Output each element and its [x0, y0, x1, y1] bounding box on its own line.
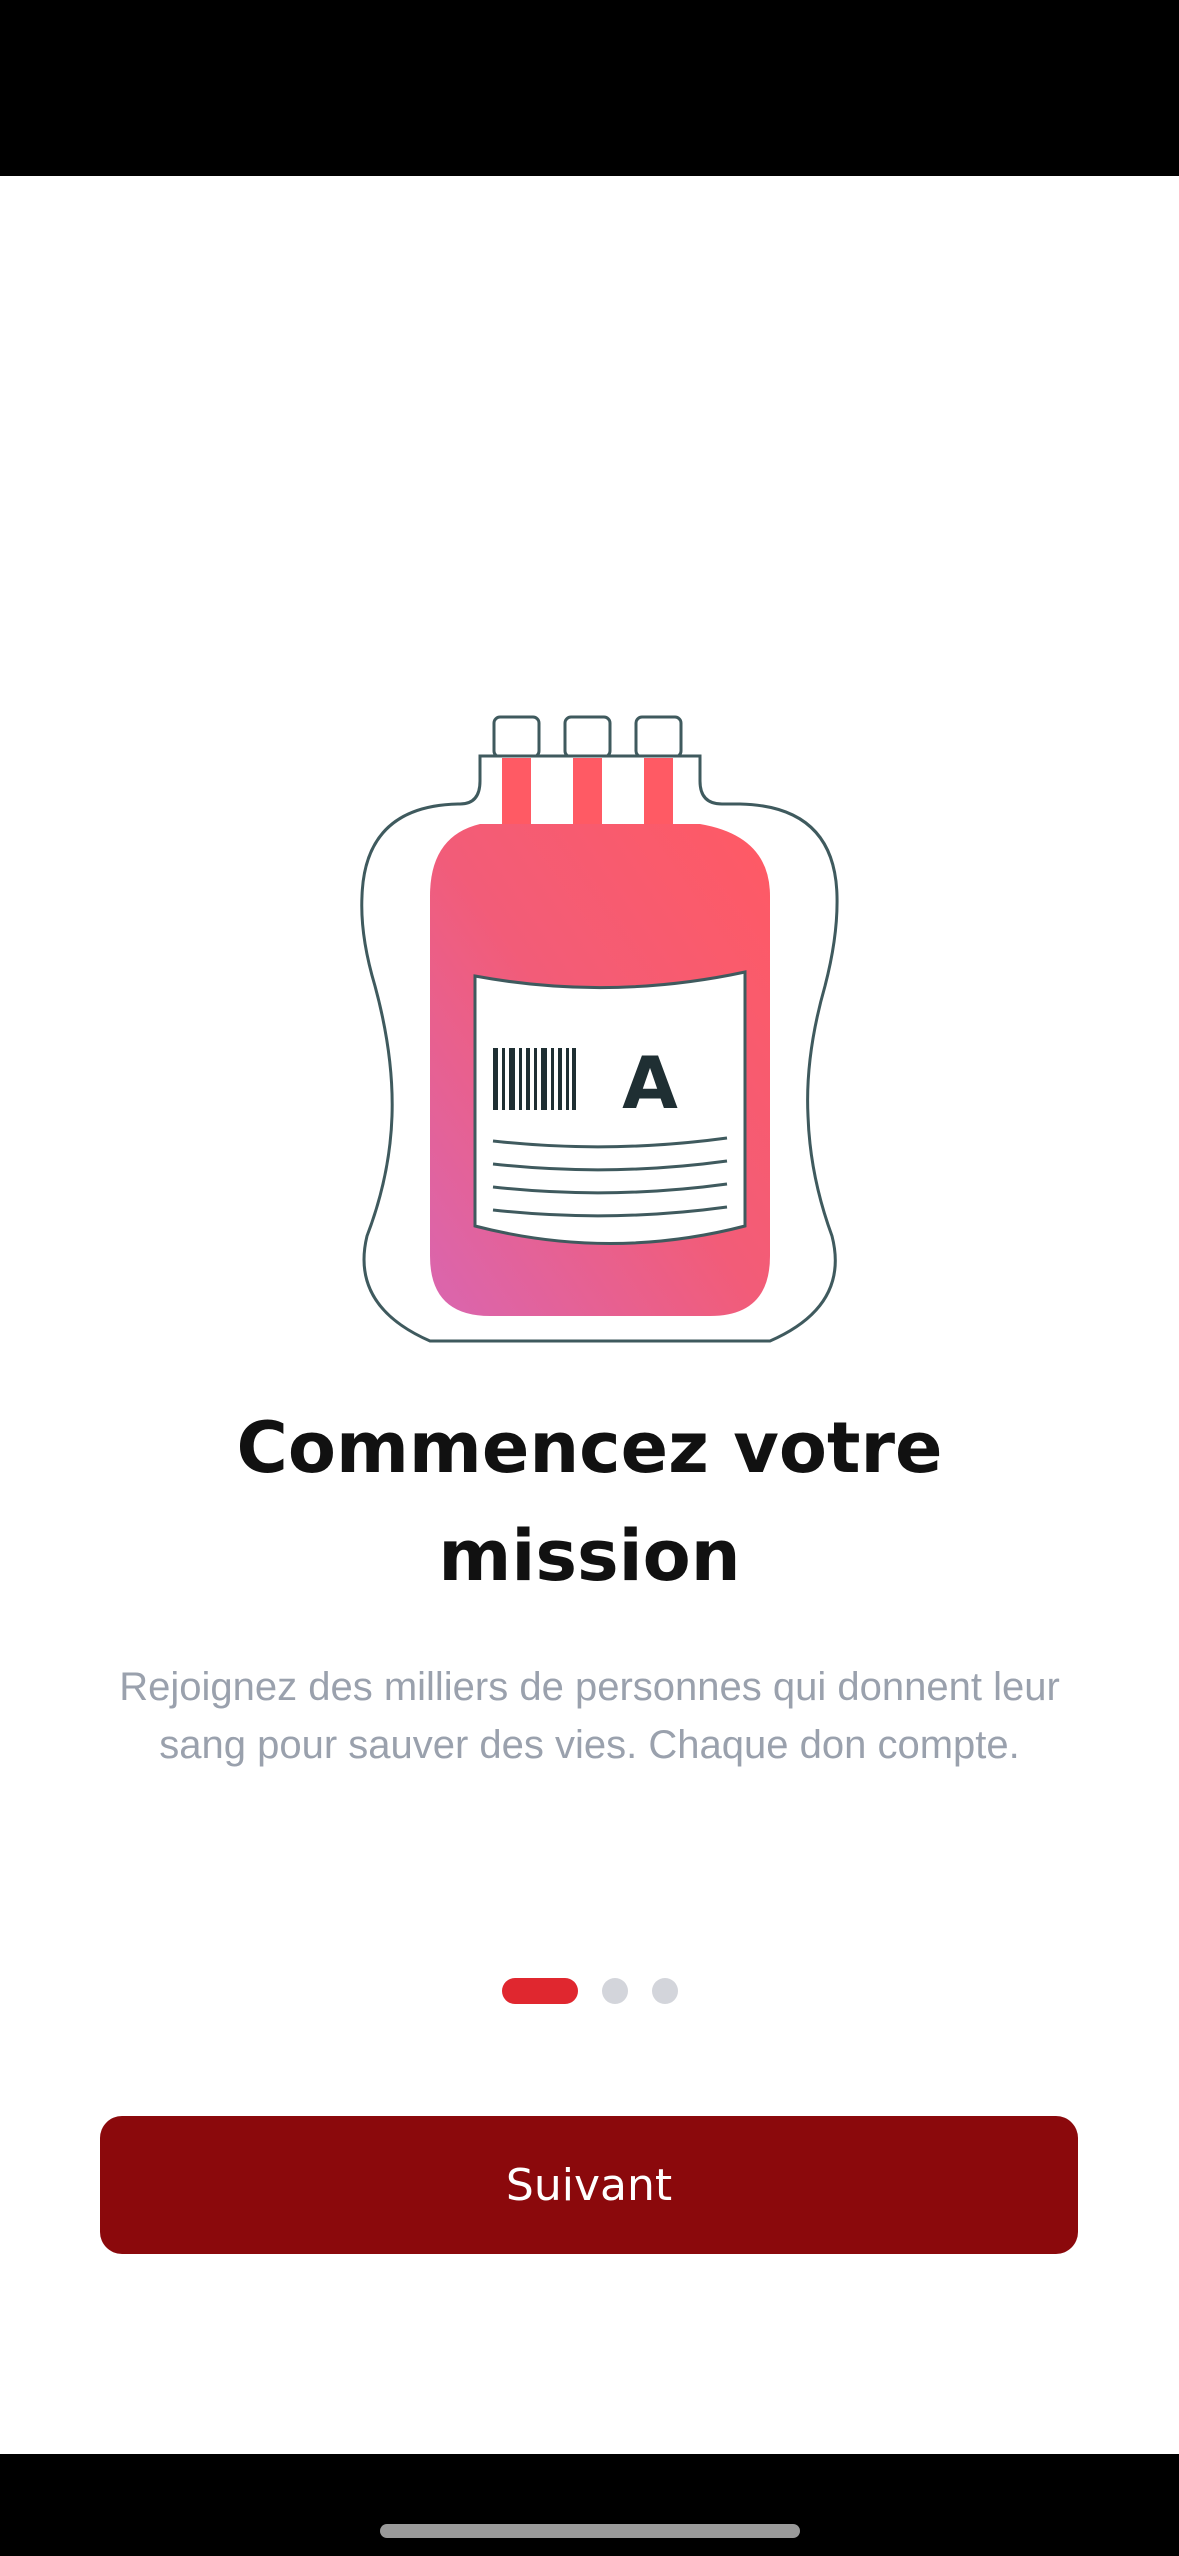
next-button[interactable]: Suivant	[100, 2116, 1078, 2254]
onboarding-title: Commencez votre mission	[236, 1407, 943, 1597]
blood-type-label: A	[622, 1041, 678, 1125]
pagination-dots	[0, 1978, 1179, 2004]
onboarding-screen: A Commencez votre mission Rejoignez des …	[0, 0, 1179, 2556]
onboarding-content: A Commencez votre mission Rejoignez des …	[0, 176, 1179, 2454]
pagination-dot	[651, 1978, 678, 2004]
home-indicator[interactable]	[380, 2524, 800, 2538]
pagination-dot	[601, 1978, 628, 2004]
system-navigation-bar	[0, 2454, 1179, 2556]
blood-bag-icon: A	[330, 536, 850, 1376]
onboarding-subtitle: Rejoignez des milliers de personnes qui …	[119, 1665, 1060, 1767]
status-bar	[0, 0, 1179, 176]
pagination-dot-active	[501, 1978, 578, 2004]
